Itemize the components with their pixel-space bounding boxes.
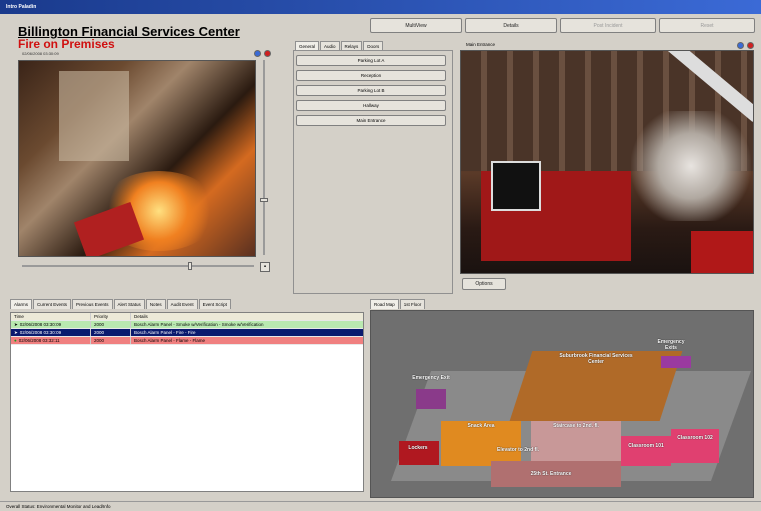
camera-settings-icon[interactable]	[254, 50, 261, 57]
row-priority: 2000	[91, 329, 131, 336]
tab-audit-event[interactable]: Audit Event	[166, 299, 198, 309]
tab-1st-floor[interactable]: 1st Floor	[399, 299, 426, 309]
main-entrance-settings-icon[interactable]	[737, 42, 744, 49]
row-time: 02/06/2008 03:30:09	[19, 330, 62, 335]
map-label-entrance: 25th St. Entrance	[530, 471, 572, 477]
camera-timestamp: 02/06/2008 03:30:09	[22, 51, 59, 56]
alarm-arrow-icon: ➤	[14, 329, 18, 335]
tab-notes[interactable]: Notes	[145, 299, 166, 309]
alarm-table: Time Priority Details ➤ 02/06/2008 03:30:…	[10, 312, 364, 492]
map-label-hq: Suburbrook Financial Services Center	[559, 353, 633, 365]
map-label-exit-left: Emergency Exit	[412, 375, 450, 381]
camera-parking-lot-b[interactable]: Parking Lot B	[296, 85, 446, 96]
row-time-cell: ➤ 02/06/2008 03:30:09	[11, 329, 91, 336]
camera-close-icon[interactable]	[264, 50, 271, 57]
row-priority: 2000	[91, 337, 131, 344]
floor-map[interactable]: Suburbrook Financial Services Center Eme…	[370, 310, 754, 498]
alarm-arrow-icon: ➤	[14, 321, 18, 327]
table-row[interactable]: ● 02/06/2008 03:32:11 2000 Bosch Alarm Pa…	[11, 337, 363, 345]
main-entrance-camera-feed[interactable]	[460, 50, 754, 274]
row-priority: 2000	[91, 321, 131, 328]
col-time[interactable]: Time	[11, 313, 91, 320]
camera-hallway[interactable]: Hallway	[296, 100, 446, 111]
pan-slider[interactable]	[22, 262, 254, 270]
col-details[interactable]: Details	[131, 313, 363, 320]
row-details: Bosch Alarm Panel - Flame - Flame	[134, 338, 206, 343]
camera-reception[interactable]: Reception	[296, 70, 446, 81]
reset-button[interactable]: Reset	[659, 18, 755, 33]
room-exits-right[interactable]	[661, 356, 691, 368]
event-tabs: Alarms Current Events Previous Events Al…	[10, 299, 231, 309]
options-button[interactable]: Options	[462, 278, 506, 290]
main-entrance-title: Main Entrance	[466, 42, 496, 47]
room-classroom-1[interactable]	[621, 436, 671, 466]
details-button[interactable]: Details	[465, 18, 557, 33]
row-details: Bosch Alarm Panel - Smoke w/Verification…	[134, 322, 264, 327]
doorway	[59, 71, 129, 161]
table-row[interactable]: ➤ 02/06/2008 03:30:09 2000 Bosch Alarm Pa…	[11, 329, 363, 337]
window-title: Intro Paladin	[6, 4, 37, 10]
map-label-stairs: Staircase to 2nd. fl.	[553, 423, 599, 429]
window-titlebar: Intro Paladin	[0, 0, 761, 14]
zoom-slider-track	[263, 60, 265, 255]
tab-event-script[interactable]: Event Script	[198, 299, 231, 309]
status-dot-icon: ●	[14, 338, 17, 343]
col-priority[interactable]: Priority	[91, 313, 131, 320]
pan-slider-track	[22, 265, 254, 267]
alarm-table-header: Time Priority Details	[11, 313, 363, 321]
table-row[interactable]: ➤ 02/06/2008 03:30:09 2000 Bosch Alarm Pa…	[11, 321, 363, 329]
map-label-snack: Snack Area	[467, 423, 495, 429]
tab-previous-events[interactable]: Previous Events	[72, 299, 113, 309]
map-label-exit-right: Emergency Exits	[657, 339, 685, 351]
truck-cab	[491, 161, 541, 211]
status-bar: Overall Status: Environmental Monitor an…	[0, 501, 761, 511]
map-label-classroom-1: Classroom 101	[628, 443, 664, 449]
pan-slider-thumb[interactable]	[188, 262, 192, 270]
camera-main-entrance[interactable]: Main Entrance	[296, 115, 446, 126]
fire-camera-feed[interactable]	[18, 60, 256, 257]
multiview-button[interactable]: MultiView	[370, 18, 462, 33]
zoom-slider[interactable]	[260, 60, 268, 255]
red-vehicle	[691, 231, 753, 273]
tab-alert-status[interactable]: Alert Status	[113, 299, 145, 309]
map-label-classroom-2: Classroom 102	[677, 435, 713, 441]
post-incident-button[interactable]: Post Incident	[560, 18, 656, 33]
map-label-elevator: Elevator to 2nd fl.	[497, 447, 539, 453]
main-entrance-close-icon[interactable]	[747, 42, 754, 49]
tab-current-events[interactable]: Current Events	[33, 299, 72, 309]
fullscreen-button[interactable]: ▪	[260, 262, 270, 272]
camera-parking-lot-a[interactable]: Parking Lot A	[296, 55, 446, 66]
tab-alarms[interactable]: Alarms	[10, 299, 33, 309]
row-time-cell: ● 02/06/2008 03:32:11	[11, 337, 91, 344]
debris	[73, 201, 145, 256]
tab-road-map[interactable]: Road Map	[370, 299, 399, 309]
row-time: 02/06/2008 03:32:11	[18, 338, 60, 343]
room-exit-left[interactable]	[416, 389, 446, 409]
alert-title: Fire on Premises	[18, 37, 115, 51]
map-tabs: Road Map 1st Floor	[370, 299, 426, 309]
row-time-cell: ➤ 02/06/2008 03:30:09	[11, 321, 91, 328]
row-time: 02/06/2008 03:30:09	[19, 322, 62, 327]
row-details: Bosch Alarm Panel - Fire - Fire	[134, 330, 196, 335]
map-label-lockers: Lockers	[408, 445, 428, 451]
zoom-slider-thumb[interactable]	[260, 198, 268, 202]
smoke	[631, 111, 751, 221]
camera-list: Parking Lot A Reception Parking Lot B Ha…	[296, 55, 448, 130]
